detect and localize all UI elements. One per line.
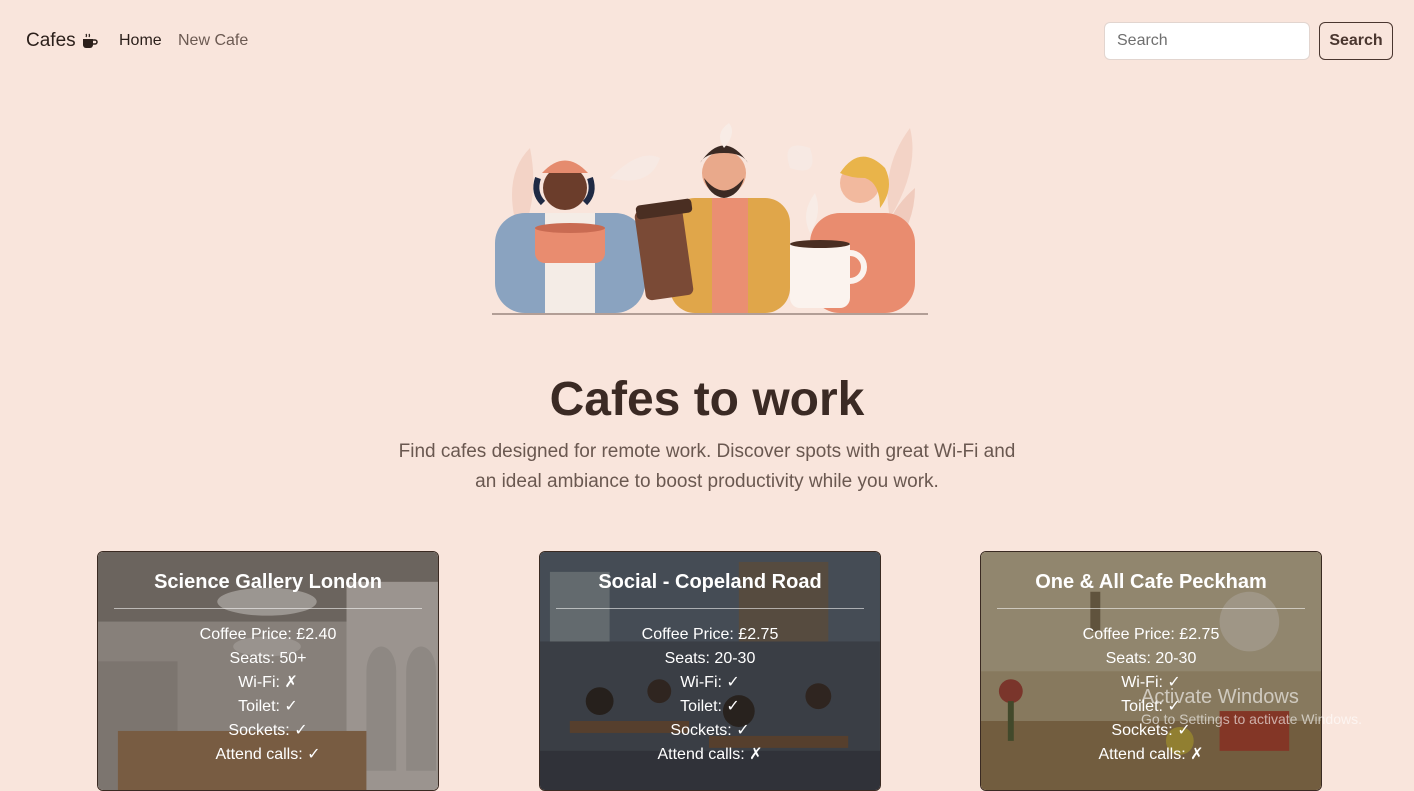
search-button[interactable]: Search: [1319, 22, 1393, 60]
sockets: Sockets: ✓: [670, 722, 750, 739]
navbar: Cafes Home New Cafe Search: [0, 0, 1414, 84]
attend-calls: Attend calls: ✗: [657, 746, 763, 763]
activate-windows-subtitle: Go to Settings to activate Windows.: [1141, 711, 1362, 727]
cafe-card-content: One & All Cafe Peckham Coffee Price: £2.…: [981, 552, 1321, 767]
brand-label: Cafes: [26, 30, 76, 51]
cafe-card[interactable]: Social - Copeland Road Coffee Price: £2.…: [539, 551, 881, 791]
cafe-card[interactable]: Science Gallery London Coffee Price: £2.…: [97, 551, 439, 791]
cafe-name: One & All Cafe Peckham: [1035, 571, 1267, 593]
wifi: Wi-Fi: ✓: [680, 674, 740, 691]
seats: Seats: 20-30: [1105, 650, 1197, 667]
nav-link-home[interactable]: Home: [119, 32, 162, 50]
attend-calls: Attend calls: ✗: [1098, 746, 1204, 763]
cafe-name: Social - Copeland Road: [598, 571, 822, 593]
hero-subtitle: Find cafes designed for remote work. Dis…: [398, 441, 1016, 492]
nav-link-new-cafe[interactable]: New Cafe: [178, 32, 248, 50]
brand-link[interactable]: Cafes: [26, 30, 98, 52]
divider: [556, 608, 864, 609]
cafe-card[interactable]: One & All Cafe Peckham Coffee Price: £2.…: [980, 551, 1322, 791]
wifi: Wi-Fi: ✗: [238, 674, 298, 691]
sockets: Sockets: ✓: [228, 722, 308, 739]
seats: Seats: 50+: [229, 650, 307, 667]
toilet: Toilet: ✓: [680, 698, 740, 715]
hero-title: Cafes to work: [549, 373, 865, 426]
attend-calls: Attend calls: ✓: [215, 746, 321, 763]
divider: [114, 608, 422, 609]
seats: Seats: 20-30: [664, 650, 756, 667]
cafe-name: Science Gallery London: [154, 571, 382, 593]
activate-windows-title: Activate Windows: [1141, 686, 1299, 708]
coffee-cup-icon: [82, 33, 98, 48]
search-input[interactable]: [1104, 22, 1310, 60]
divider: [997, 608, 1305, 609]
coffee-price: Coffee Price: £2.75: [641, 626, 779, 643]
hero-illustration: [492, 123, 928, 315]
coffee-price: Coffee Price: £2.40: [199, 626, 337, 643]
toilet: Toilet: ✓: [238, 698, 298, 715]
coffee-price: Coffee Price: £2.75: [1082, 626, 1220, 643]
cafe-card-content: Science Gallery London Coffee Price: £2.…: [98, 552, 438, 767]
cafe-card-content: Social - Copeland Road Coffee Price: £2.…: [540, 552, 880, 767]
